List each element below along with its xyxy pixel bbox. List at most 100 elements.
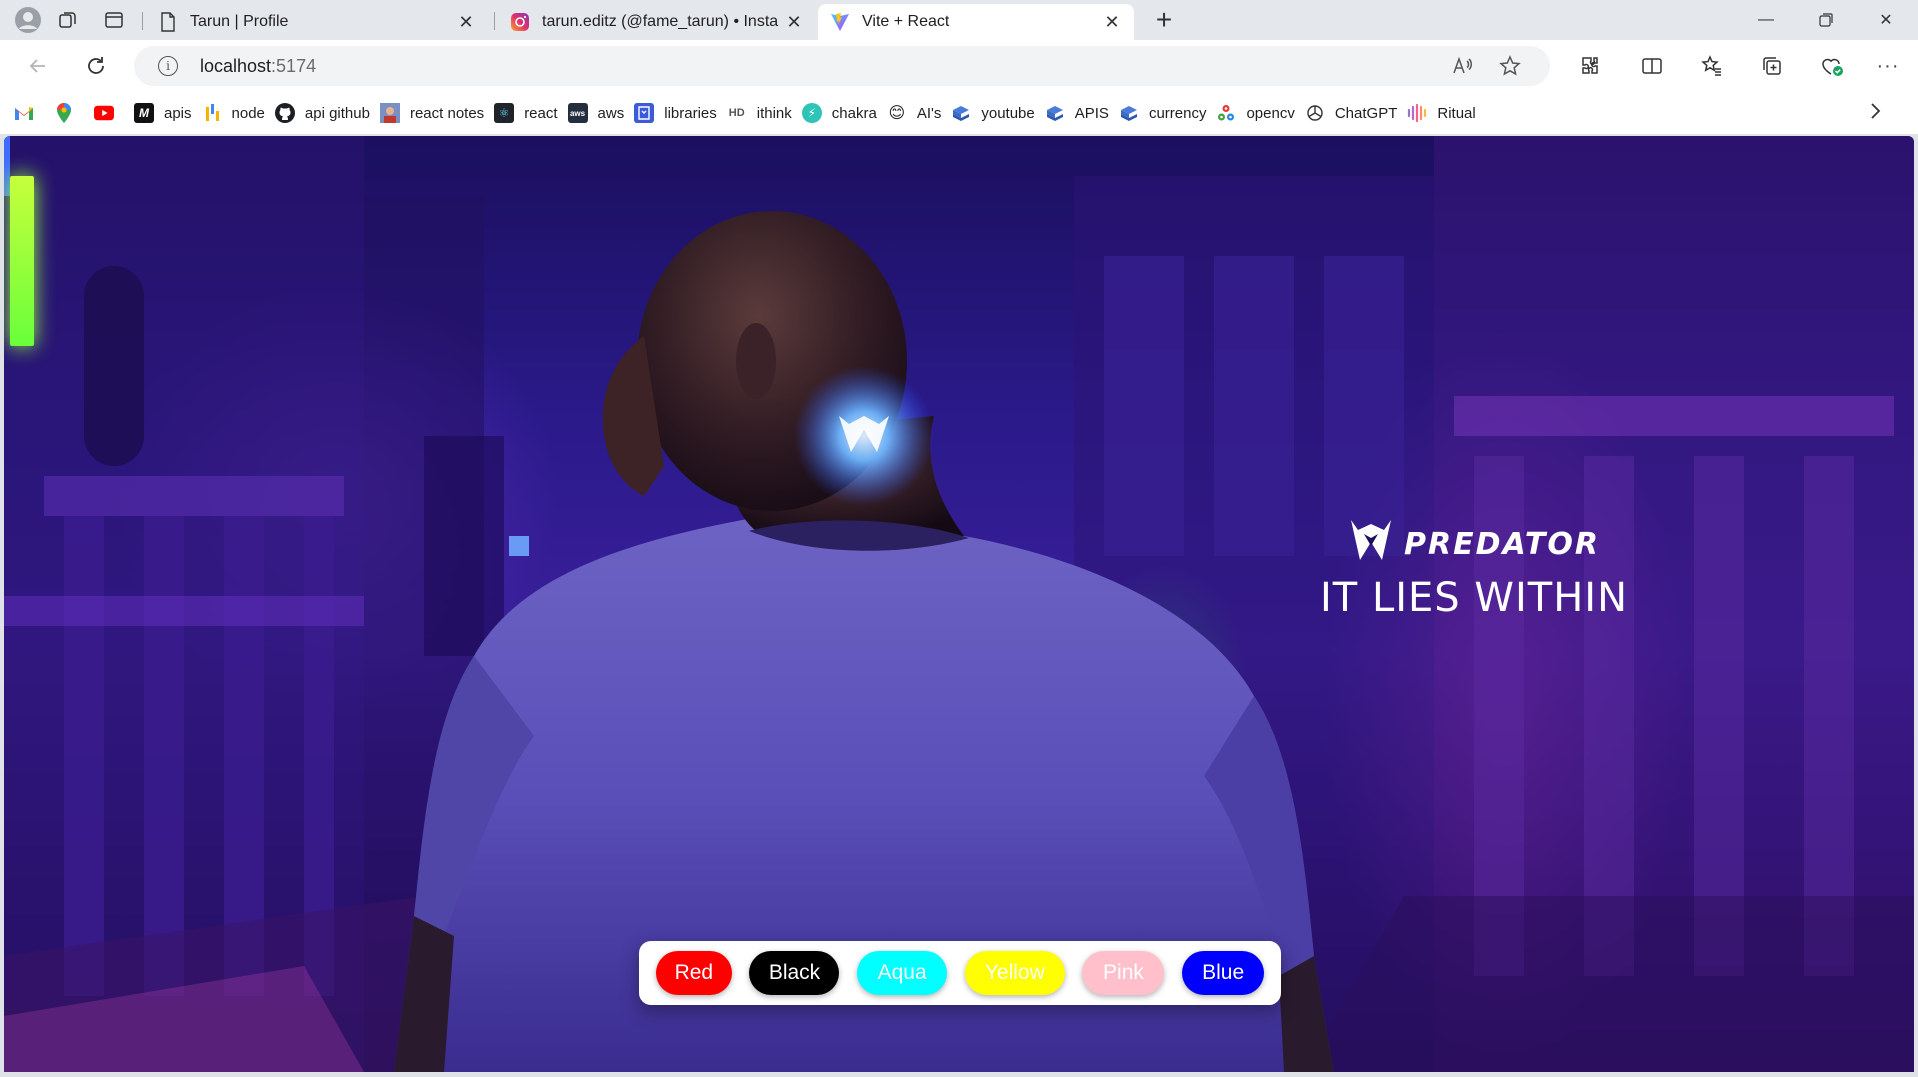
bookmark-ais[interactable]: 😊 AI's: [887, 98, 942, 128]
bookmark-currency-folder[interactable]: currency: [1119, 98, 1207, 128]
bookmarks-bar: M apis node api github react notes ⚛ rea…: [0, 92, 1918, 135]
close-icon[interactable]: ✕: [1102, 12, 1122, 33]
bookmark-libraries[interactable]: libraries: [634, 98, 717, 128]
tab-strip: Tarun | Profile ✕ tarun.editz (@fame_tar…: [0, 0, 1918, 40]
bookmark-label: apis: [164, 104, 192, 122]
folder-icon: [1045, 103, 1065, 123]
chatgpt-icon: [1305, 103, 1325, 123]
url-text[interactable]: localhost:5174: [200, 56, 316, 77]
tagline: IT LIES WITHIN: [1320, 575, 1628, 621]
tab-separator: [494, 12, 495, 30]
opencv-icon: [1216, 103, 1236, 123]
color-button-aqua[interactable]: Aqua: [857, 951, 948, 995]
brand-name: PREDATOR: [1404, 527, 1600, 562]
address-bar[interactable]: i localhost:5174: [134, 46, 1550, 86]
bookmark-react-notes[interactable]: react notes: [379, 98, 485, 128]
browser-essentials-icon[interactable]: [1816, 50, 1848, 82]
new-tab-button[interactable]: +: [1148, 4, 1180, 36]
bookmark-label: node: [231, 104, 265, 122]
gmail-icon: [14, 103, 34, 123]
chevron-right-icon[interactable]: [1868, 100, 1882, 128]
site-info-icon[interactable]: i: [158, 56, 178, 76]
folder-icon: [951, 103, 971, 123]
color-button-yellow[interactable]: Yellow: [964, 951, 1065, 995]
refresh-button[interactable]: [80, 50, 112, 82]
bookmark-aws[interactable]: aws aws: [567, 98, 625, 128]
instagram-icon: [510, 12, 530, 32]
chakra-icon: ⚡: [801, 103, 822, 123]
bookmark-label: react: [524, 104, 558, 122]
split-screen-icon[interactable]: [1636, 50, 1668, 82]
bookmark-ithink[interactable]: HD ithink: [727, 98, 792, 128]
close-icon[interactable]: ✕: [456, 12, 476, 33]
back-button[interactable]: [22, 50, 54, 82]
bookmark-label: APIS: [1074, 104, 1109, 122]
tab-title: Tarun | Profile: [190, 13, 289, 30]
tab-vite-react[interactable]: Vite + React ✕: [818, 4, 1134, 40]
book-icon: [634, 103, 655, 123]
tab-separator: [142, 12, 143, 30]
ithink-icon: HD: [728, 107, 745, 119]
bookmark-api-github[interactable]: api github: [274, 98, 370, 128]
color-button-red[interactable]: Red: [655, 951, 732, 995]
bookmark-youtube-folder[interactable]: youtube: [951, 98, 1035, 128]
predator-logo-icon: [1348, 516, 1394, 573]
hero-section: PREDATOR IT LIES WITHIN Red Black Aqua Y…: [4, 136, 1914, 1072]
m-icon: M: [134, 103, 154, 123]
bookmark-youtube[interactable]: [94, 98, 124, 128]
collections-icon[interactable]: [1756, 50, 1788, 82]
bookmark-ritual[interactable]: Ritual: [1407, 98, 1476, 128]
youtube-icon: [94, 103, 114, 123]
bookmark-opencv[interactable]: opencv: [1216, 98, 1295, 128]
bookmark-label: react notes: [409, 104, 485, 122]
page-icon: [158, 12, 178, 32]
maps-icon: [54, 103, 74, 123]
ritual-icon: [1407, 103, 1427, 123]
avatar-icon: [379, 103, 400, 123]
favorites-icon[interactable]: [1696, 50, 1728, 82]
bookmark-label: ChatGPT: [1334, 104, 1398, 122]
react-icon: ⚛: [494, 103, 515, 123]
github-icon: [274, 103, 295, 123]
bookmark-label: opencv: [1246, 104, 1295, 122]
bookmark-chakra[interactable]: ⚡ chakra: [801, 98, 877, 128]
color-button-pink[interactable]: Pink: [1082, 951, 1165, 995]
folder-icon: [1119, 103, 1139, 123]
brand-block: PREDATOR IT LIES WITHIN: [1294, 516, 1654, 621]
bookmark-apis-folder[interactable]: APIS: [1045, 98, 1109, 128]
close-icon[interactable]: ✕: [784, 12, 804, 33]
color-button-black[interactable]: Black: [749, 951, 840, 995]
color-button-blue[interactable]: Blue: [1182, 951, 1265, 995]
tab-tarun-profile[interactable]: Tarun | Profile ✕: [146, 4, 488, 40]
bookmark-label: AI's: [916, 104, 942, 122]
bookmark-react[interactable]: ⚛ react: [494, 98, 558, 128]
tab-title: Vite + React: [862, 13, 950, 30]
workspaces-icon[interactable]: [52, 4, 84, 36]
vertical-tabs-icon[interactable]: [98, 4, 130, 36]
bookmark-maps[interactable]: [54, 98, 84, 128]
bookmark-label: api github: [304, 104, 370, 122]
color-picker-bar: Red Black Aqua Yellow Pink Blue: [639, 941, 1281, 1005]
profile-avatar-icon[interactable]: [12, 4, 44, 36]
extensions-icon[interactable]: [1574, 50, 1606, 82]
favorite-star-icon[interactable]: [1494, 50, 1526, 82]
window-close-button[interactable]: ✕: [1856, 0, 1916, 40]
bookmark-node[interactable]: node: [202, 98, 265, 128]
window-bottom-edge: [0, 1072, 1918, 1077]
browser-toolbar: i localhost:5174 ···: [0, 40, 1918, 92]
tab-instagram[interactable]: tarun.editz (@fame_tarun) • Insta ✕: [498, 4, 816, 40]
bar-icon: [202, 103, 222, 123]
tab-title: tarun.editz (@fame_tarun) • Insta: [542, 13, 779, 30]
bookmark-label: currency: [1148, 104, 1207, 122]
bookmark-apis[interactable]: M apis: [134, 98, 192, 128]
emoji-icon: 😊: [888, 105, 906, 122]
bookmark-gmail[interactable]: [14, 98, 44, 128]
restore-button[interactable]: [1796, 0, 1856, 40]
bookmark-label: youtube: [981, 104, 1035, 122]
bookmark-label: aws: [597, 104, 625, 122]
bookmark-chatgpt[interactable]: ChatGPT: [1305, 98, 1398, 128]
minimize-button[interactable]: —: [1736, 0, 1796, 40]
aws-icon: aws: [567, 103, 588, 123]
read-aloud-icon[interactable]: [1446, 50, 1478, 82]
more-menu-button[interactable]: ···: [1872, 50, 1904, 82]
